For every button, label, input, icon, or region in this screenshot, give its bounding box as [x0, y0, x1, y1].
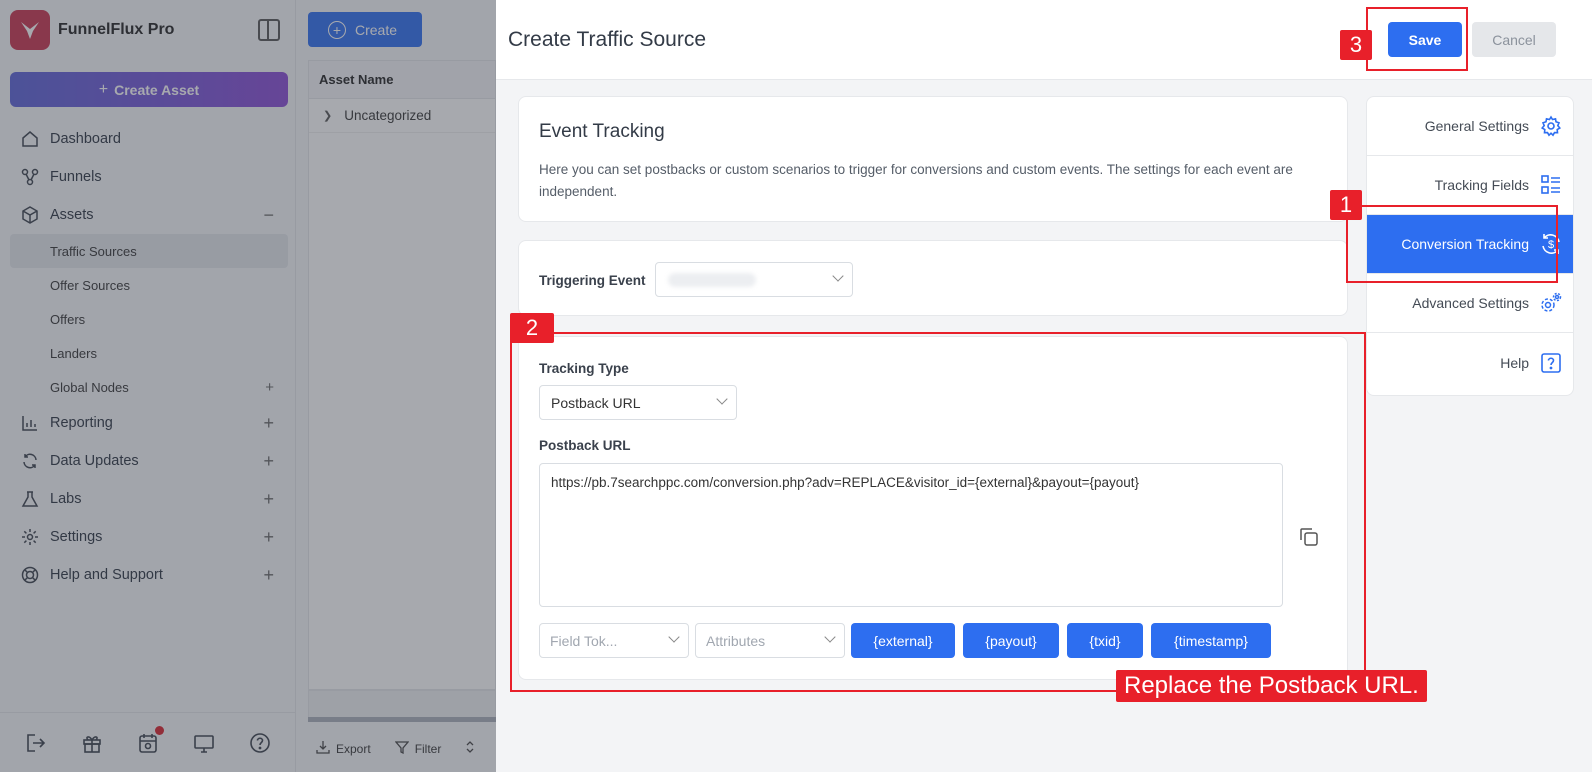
modal-backdrop[interactable] — [0, 0, 496, 772]
annotation-box-save — [1366, 7, 1468, 71]
annotation-step-1: 1 — [1330, 190, 1362, 220]
menu-label: Tracking Fields — [1434, 177, 1529, 193]
modal-title: Create Traffic Source — [508, 28, 707, 51]
annotation-box-conversion-tracking — [1346, 205, 1558, 283]
gear-icon — [1539, 114, 1563, 138]
blurred-value — [668, 273, 756, 287]
menu-label: Help — [1500, 354, 1529, 371]
question-icon — [1539, 351, 1563, 375]
event-tracking-card: Event Tracking Here you can set postback… — [518, 96, 1348, 222]
menu-label: General Settings — [1424, 118, 1529, 134]
annotation-step-2: 2 — [510, 313, 554, 343]
menu-label: Advanced Settings — [1412, 295, 1529, 311]
gears-icon — [1539, 291, 1563, 315]
annotation-caption: Replace the Postback URL. — [1116, 670, 1427, 702]
event-tracking-description: Here you can set postbacks or custom sce… — [539, 162, 1293, 199]
annotation-step-3: 3 — [1340, 30, 1372, 60]
annotation-box-tracking-type — [510, 332, 1366, 692]
triggering-event-label: Triggering Event — [539, 273, 646, 288]
triggering-event-card: Triggering Event — [518, 240, 1348, 316]
menu-help[interactable]: Help — [1367, 333, 1573, 392]
cancel-button[interactable]: Cancel — [1472, 22, 1556, 57]
chevron-down-icon — [832, 270, 844, 282]
menu-general-settings[interactable]: General Settings — [1367, 97, 1573, 156]
list-icon — [1539, 173, 1563, 197]
triggering-event-select[interactable] — [655, 262, 853, 297]
event-tracking-heading: Event Tracking — [539, 121, 665, 142]
